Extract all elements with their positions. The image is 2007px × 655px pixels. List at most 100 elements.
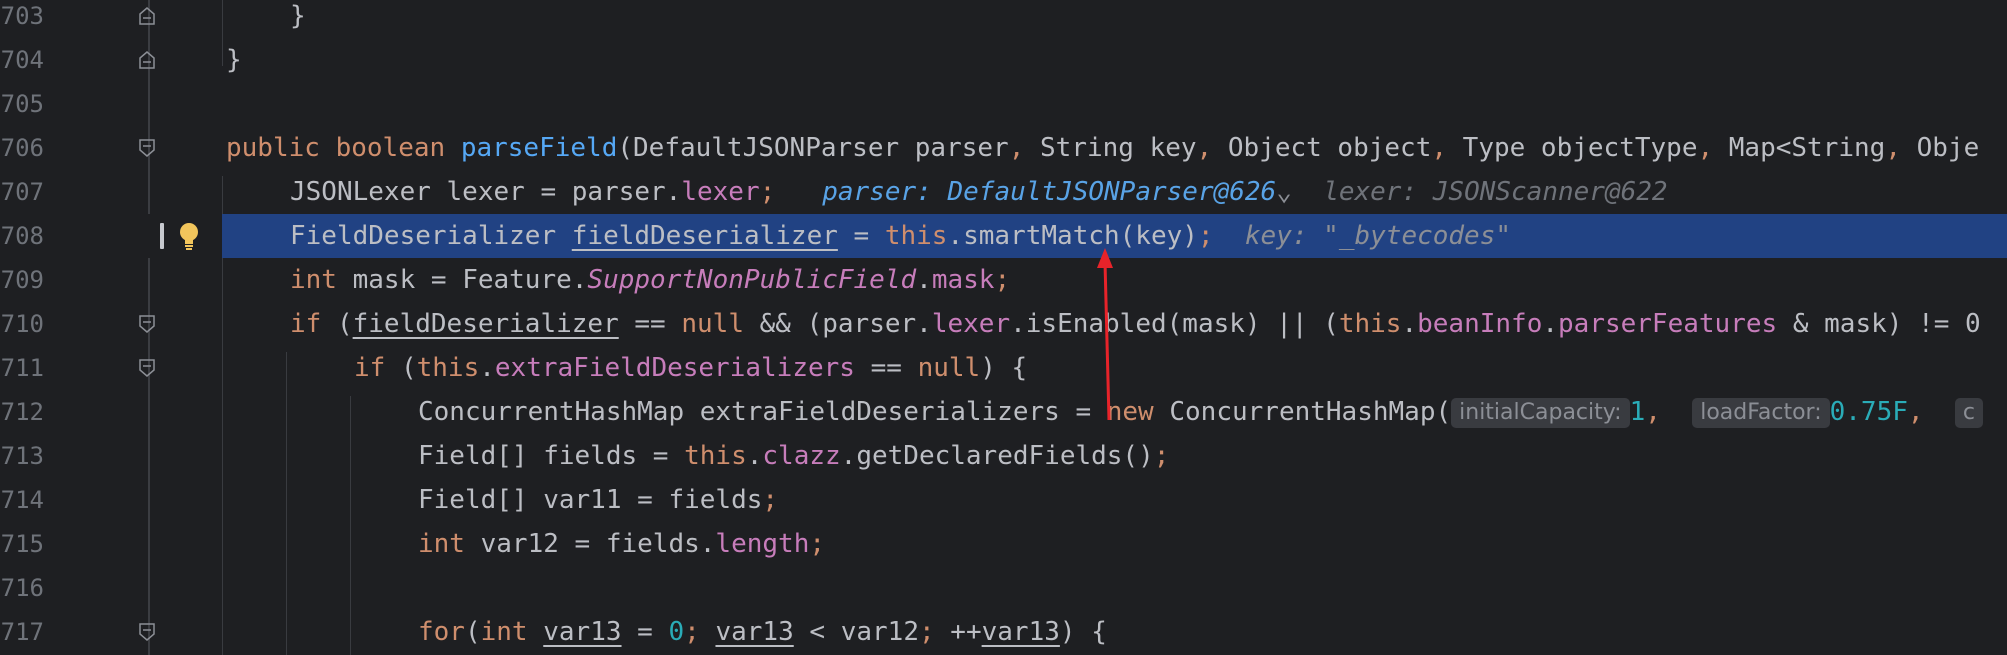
param: Type objectType	[1447, 133, 1698, 163]
line-number: 704	[0, 46, 44, 74]
gutter: 717	[0, 610, 222, 654]
code-line[interactable]: 716	[0, 566, 2007, 610]
semicolon: ;	[918, 617, 935, 647]
fold-icon[interactable]	[139, 51, 155, 69]
code-text: (	[385, 353, 417, 383]
code-line[interactable]: 712 ConcurrentHashMap extraFieldDeserial…	[0, 390, 2007, 434]
number-literal: 0	[668, 617, 685, 647]
code-text: < var12	[793, 617, 919, 647]
param: String key	[1024, 133, 1197, 163]
semicolon: ;	[1197, 221, 1214, 251]
keyword: this	[684, 441, 747, 471]
fold-icon[interactable]	[139, 623, 155, 641]
lightbulb-icon[interactable]	[176, 221, 202, 251]
field-ref: beanInfo	[1417, 309, 1543, 339]
gutter: 712	[0, 390, 222, 434]
keyword: this	[416, 353, 480, 383]
keyword: for	[418, 617, 465, 647]
gutter: 715	[0, 522, 222, 566]
code-line[interactable]: 714 Field[] var11 = fields;	[0, 478, 2007, 522]
code-text: mask = Feature.	[336, 265, 588, 295]
keyword: if	[290, 309, 322, 339]
current-execution-line[interactable]: 708 FieldDeserializer fieldDeserializer …	[0, 214, 2007, 258]
param: Map<String	[1713, 133, 1886, 163]
line-number: 708	[0, 222, 44, 250]
semicolon: ;	[762, 485, 779, 515]
code-line[interactable]: 713 Field[] fields = this.clazz.getDecla…	[0, 434, 2007, 478]
line-number: 716	[0, 574, 44, 602]
field-ref: length	[715, 529, 810, 559]
comma: ,	[1885, 133, 1901, 163]
gutter: 710	[0, 302, 222, 346]
code-line[interactable]: 704 }	[0, 38, 2007, 82]
line-number: 707	[0, 178, 44, 206]
code-line[interactable]: 717 for(int var13 = 0; var13 < var12; ++…	[0, 610, 2007, 654]
fold-icon[interactable]	[139, 315, 155, 333]
semicolon: ;	[994, 265, 1011, 295]
code-line[interactable]: 705	[0, 82, 2007, 126]
code-text: ConcurrentHashMap extraFieldDeserializer…	[418, 397, 1107, 427]
code-line[interactable]: 715 int var12 = fields.length;	[0, 522, 2007, 566]
fold-icon[interactable]	[139, 359, 155, 377]
debug-inlay-name: parser:	[822, 177, 932, 207]
line-number: 709	[0, 266, 44, 294]
code-text: ConcurrentHashMap(	[1153, 397, 1452, 427]
code-line[interactable]: 709 int mask = Feature.SupportNonPublicF…	[0, 258, 2007, 302]
code-text: .getDeclaredFields()	[840, 441, 1154, 471]
comma: ,	[1645, 397, 1677, 427]
fold-icon[interactable]	[139, 139, 155, 157]
code-text: & mask) != 0	[1777, 309, 1981, 339]
gutter: 704	[0, 38, 222, 82]
comma: ,	[1196, 133, 1213, 163]
number-literal: 1	[1629, 397, 1646, 427]
line-number: 715	[0, 530, 44, 558]
line-number: 705	[0, 90, 44, 118]
code-text: .	[1401, 309, 1418, 339]
code-line[interactable]: 711 if (this.extraFieldDeserializers == …	[0, 346, 2007, 390]
parameter-hint: initialCapacity:	[1451, 397, 1630, 428]
comma: ,	[1697, 133, 1714, 163]
line-number: 710	[0, 310, 44, 338]
comma: ,	[1008, 133, 1025, 163]
code-editor[interactable]: 703 } 704 } 705 706 public boolean parse…	[0, 0, 2007, 655]
semicolon: ;	[1153, 441, 1170, 471]
gutter: 707	[0, 170, 222, 214]
variable: fieldDeserializer	[571, 221, 838, 251]
code-text: ==	[618, 309, 682, 339]
code-line[interactable]: 710 if (fieldDeserializer == null && (pa…	[0, 302, 2007, 346]
code-line[interactable]: 703 }	[0, 0, 2007, 38]
debug-inlay-value[interactable]: "_bytecodes"	[1323, 221, 1511, 251]
code-text: JSONLexer lexer = parser.	[290, 177, 682, 207]
gutter: 703	[0, 0, 222, 38]
keyword: int	[418, 529, 465, 559]
code-text: Field[] fields =	[418, 441, 685, 471]
keyword: this	[884, 221, 948, 251]
code-text: (	[464, 617, 481, 647]
parameter-hint: c	[1954, 397, 1983, 428]
gutter: 706	[0, 126, 222, 170]
chevron-down-icon[interactable]: ⌄	[1276, 177, 1292, 207]
closing-brace: }	[226, 45, 242, 75]
debug-inlay-name: key:	[1244, 221, 1308, 251]
keyword: null	[917, 353, 981, 383]
gutter: 708	[0, 214, 222, 258]
code-line[interactable]: 707 JSONLexer lexer = parser.lexer; pars…	[0, 170, 2007, 214]
code-text: ==	[854, 353, 918, 383]
line-number: 703	[0, 2, 44, 30]
fold-icon[interactable]	[139, 7, 155, 25]
execution-point-marker	[160, 223, 164, 249]
keyword: int	[480, 617, 528, 647]
field-ref: extraFieldDeserializers	[494, 353, 855, 383]
code-text: .	[746, 441, 763, 471]
debug-inlay-value[interactable]: JSONScanner@622	[1433, 177, 1668, 207]
keyword: null	[681, 309, 744, 339]
debug-inlay-value[interactable]: DefaultJSONParser@626	[947, 177, 1276, 207]
comma: ,	[1907, 397, 1940, 427]
code-text: ++	[934, 617, 982, 647]
code-text: .	[916, 265, 932, 295]
field-ref: parserFeatures	[1558, 309, 1778, 339]
code-text: ) {	[980, 353, 1028, 383]
code-text: && (parser.	[743, 309, 932, 339]
code-line[interactable]: 706 public boolean parseField(DefaultJSO…	[0, 126, 2007, 170]
